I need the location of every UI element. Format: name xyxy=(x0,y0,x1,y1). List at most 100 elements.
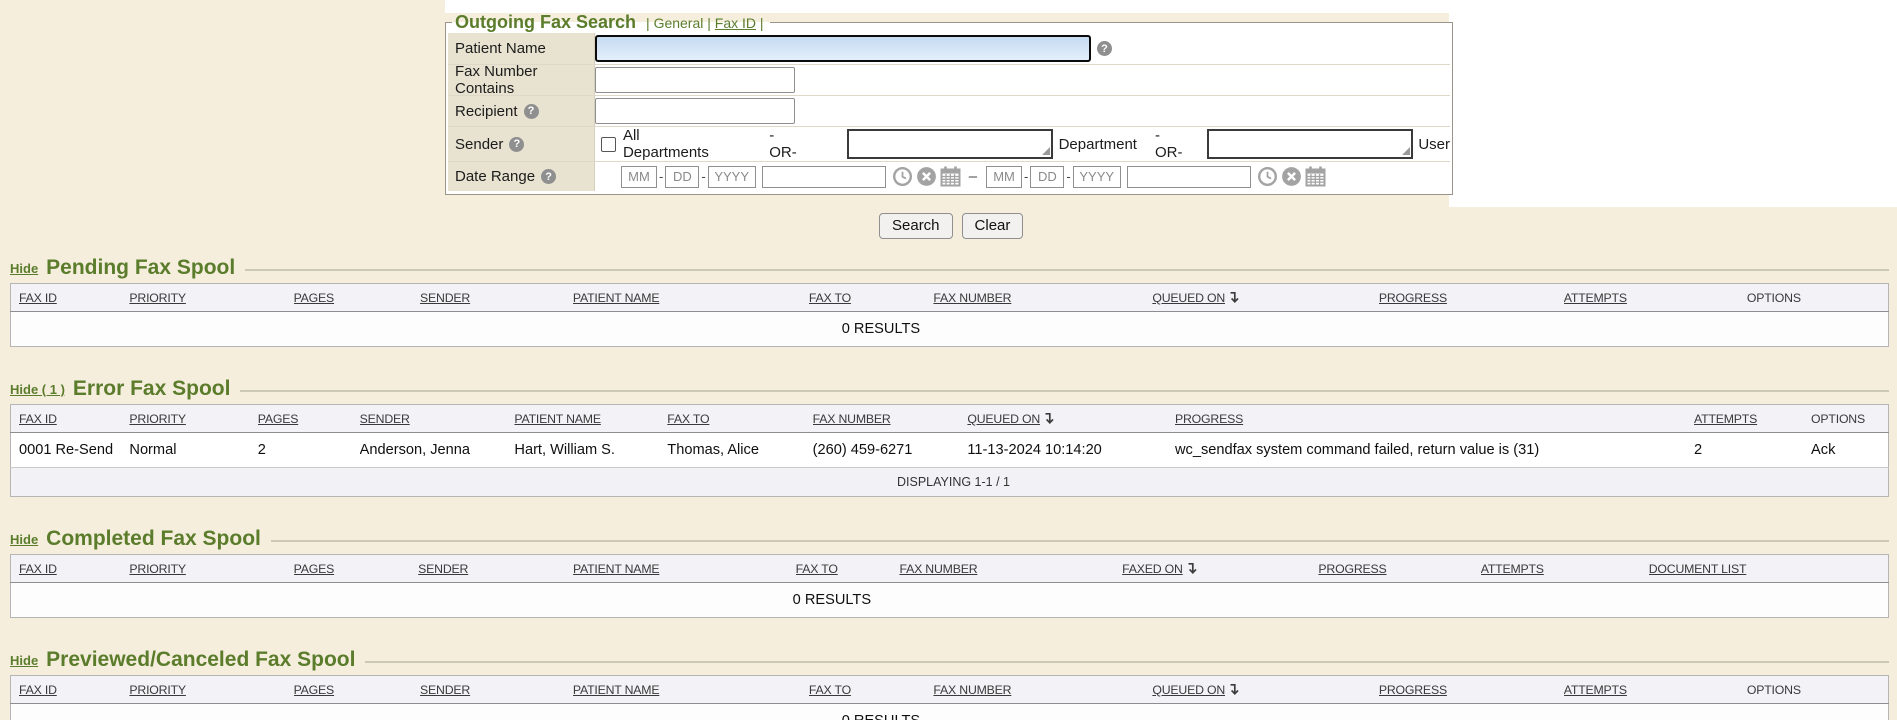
column-header-label[interactable]: PROGRESS xyxy=(1379,683,1447,697)
section-heading-pending: HidePending Fax Spool xyxy=(10,256,1889,280)
patient-name-row: Patient Name ? xyxy=(448,33,1450,65)
column-header-label[interactable]: PATIENT NAME xyxy=(573,562,659,576)
column-header-label[interactable]: PAGES xyxy=(294,291,334,305)
search-button-bar: Search Clear xyxy=(879,213,1023,239)
column-header-fax-to: FAX TO xyxy=(809,676,934,704)
user-input[interactable] xyxy=(1207,129,1413,159)
column-header-sender: SENDER xyxy=(420,284,573,312)
view-link-general[interactable]: General xyxy=(654,15,704,31)
column-header-label[interactable]: PRIORITY xyxy=(129,291,185,305)
fax-number-input[interactable] xyxy=(595,67,795,93)
column-header-label[interactable]: SENDER xyxy=(418,562,468,576)
column-header-label[interactable]: FAX TO xyxy=(809,291,851,305)
column-header-label[interactable]: SENDER xyxy=(420,683,470,697)
column-header-label[interactable]: FAX ID xyxy=(19,291,57,305)
help-icon[interactable]: ? xyxy=(509,137,524,152)
pending-fax-spool-table: FAX ID PRIORITY PAGES SENDER PATIENT NAME FAX… xyxy=(10,283,1889,347)
header-row: FAX ID PRIORITY PAGES SENDER PATIENT NAME FAX… xyxy=(11,405,1889,433)
hide-link-previewed[interactable]: Hide xyxy=(10,653,38,668)
column-header-label[interactable]: PROGRESS xyxy=(1318,562,1386,576)
column-header-label[interactable]: PRIORITY xyxy=(129,683,185,697)
start-month-input[interactable] xyxy=(621,166,657,188)
cell-pages: 2 xyxy=(258,433,360,468)
column-header-label[interactable]: PRIORITY xyxy=(129,562,185,576)
help-icon[interactable]: ? xyxy=(524,104,539,119)
hide-link-completed[interactable]: Hide xyxy=(10,532,38,547)
department-input[interactable] xyxy=(847,129,1053,159)
pipe: | xyxy=(760,15,764,31)
column-header-label[interactable]: FAX ID xyxy=(19,683,57,697)
column-header-label[interactable]: QUEUED ON xyxy=(1152,291,1225,305)
empty-results-row: 0 RESULTS xyxy=(11,583,1889,618)
column-header-label[interactable]: ATTEMPTS xyxy=(1564,683,1627,697)
column-header-label[interactable]: PROGRESS xyxy=(1175,412,1243,426)
column-header-label: OPTIONS xyxy=(1811,412,1865,426)
clear-button[interactable]: Clear xyxy=(962,213,1024,239)
column-header-label[interactable]: QUEUED ON xyxy=(967,412,1040,426)
spool-section-pending: HidePending Fax Spool FAX ID PRIORITY PAGES… xyxy=(0,256,1897,347)
column-header-fax-id: FAX ID xyxy=(11,555,130,583)
column-header-label[interactable]: PAGES xyxy=(294,562,334,576)
sender-label: Sender ? xyxy=(448,127,595,161)
column-header-label[interactable]: FAX TO xyxy=(796,562,838,576)
end-day-input[interactable] xyxy=(1030,166,1064,188)
column-header-label[interactable]: FAX TO xyxy=(667,412,709,426)
start-day-input[interactable] xyxy=(665,166,699,188)
column-header-label[interactable]: FAX NUMBER xyxy=(899,562,977,576)
clear-date-icon[interactable] xyxy=(1281,166,1302,187)
clear-date-icon[interactable] xyxy=(916,166,937,187)
column-header-label[interactable]: PAGES xyxy=(294,683,334,697)
end-month-input[interactable] xyxy=(986,166,1022,188)
column-header-label[interactable]: PROGRESS xyxy=(1379,291,1447,305)
all-departments-label: All Departments xyxy=(623,127,729,161)
search-button[interactable]: Search xyxy=(879,213,953,239)
calendar-icon[interactable] xyxy=(940,166,961,187)
column-header-label[interactable]: ATTEMPTS xyxy=(1694,412,1757,426)
column-header-label: OPTIONS xyxy=(1747,291,1801,305)
hide-link-pending[interactable]: Hide xyxy=(10,261,38,276)
recipient-input[interactable] xyxy=(595,98,795,124)
column-header-label[interactable]: PATIENT NAME xyxy=(573,291,659,305)
hide-link-error[interactable]: Hide ( 1 ) xyxy=(10,382,65,397)
clock-icon[interactable] xyxy=(1257,166,1278,187)
column-header-label[interactable]: FAXED ON xyxy=(1122,562,1183,576)
patient-name-input[interactable] xyxy=(595,35,1091,62)
all-departments-checkbox[interactable] xyxy=(601,137,616,152)
column-header-label[interactable]: ATTEMPTS xyxy=(1564,291,1627,305)
column-header-label[interactable]: SENDER xyxy=(420,291,470,305)
calendar-icon[interactable] xyxy=(1305,166,1326,187)
empty-cell xyxy=(1747,704,1889,720)
or-label: -OR- xyxy=(1155,127,1187,161)
column-header-label[interactable]: FAX NUMBER xyxy=(933,683,1011,697)
column-header-label[interactable]: PATIENT NAME xyxy=(573,683,659,697)
section-rule xyxy=(271,540,1889,542)
column-header-label[interactable]: FAX ID xyxy=(19,412,57,426)
column-header-label[interactable]: ATTEMPTS xyxy=(1481,562,1544,576)
start-time-input[interactable] xyxy=(762,166,886,188)
column-header-label[interactable]: PATIENT NAME xyxy=(514,412,600,426)
column-header-label[interactable]: FAX ID xyxy=(19,562,57,576)
column-header-label[interactable]: SENDER xyxy=(360,412,410,426)
help-icon[interactable]: ? xyxy=(541,169,556,184)
column-header-label[interactable]: QUEUED ON xyxy=(1152,683,1225,697)
view-link-fax-id[interactable]: Fax ID xyxy=(715,15,756,31)
column-header-options: OPTIONS xyxy=(1747,284,1889,312)
start-year-input[interactable] xyxy=(708,166,756,188)
column-header-attempts: ATTEMPTS xyxy=(1481,555,1649,583)
end-year-input[interactable] xyxy=(1073,166,1121,188)
empty-results-text: 0 RESULTS xyxy=(11,583,1649,618)
column-header-label[interactable]: DOCUMENT LIST xyxy=(1649,562,1747,576)
cell-fax-to: Thomas, Alice xyxy=(667,433,812,468)
column-header-label[interactable]: FAX NUMBER xyxy=(813,412,891,426)
help-icon[interactable]: ? xyxy=(1097,41,1112,56)
column-header-label[interactable]: PRIORITY xyxy=(129,412,185,426)
clock-icon[interactable] xyxy=(892,166,913,187)
column-header-label[interactable]: FAX TO xyxy=(809,683,851,697)
column-header-label[interactable]: PAGES xyxy=(258,412,298,426)
cell-options[interactable]: Ack xyxy=(1811,433,1888,468)
section-heading-error: Hide ( 1 )Error Fax Spool xyxy=(10,377,1889,401)
column-header-label[interactable]: FAX NUMBER xyxy=(933,291,1011,305)
column-header-progress: PROGRESS xyxy=(1379,676,1564,704)
column-header-attempts: ATTEMPTS xyxy=(1694,405,1811,433)
end-time-input[interactable] xyxy=(1127,166,1251,188)
